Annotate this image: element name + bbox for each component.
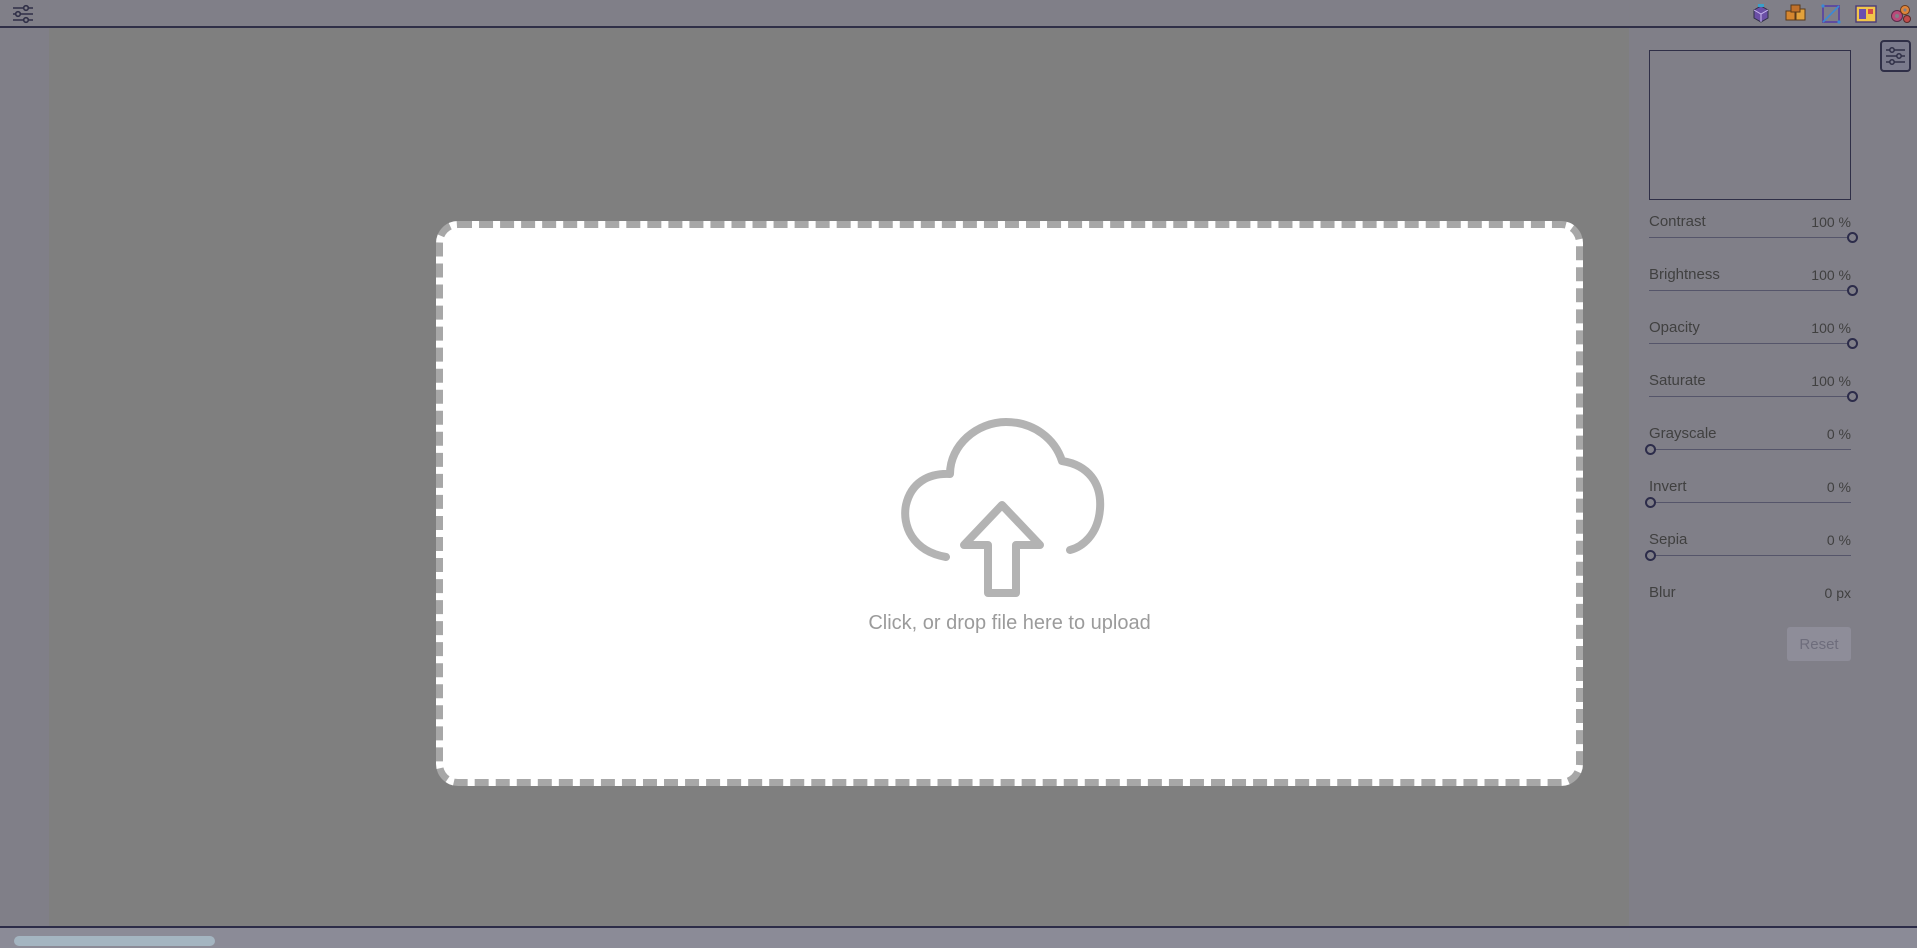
adjustments-panel: Contrast 100 % Brightness 100 % Opacity …: [1629, 28, 1874, 926]
crop-icon[interactable]: [1819, 3, 1843, 25]
dropzone-text: Click, or drop file here to upload: [868, 612, 1151, 634]
contrast-value: 100 %: [1811, 214, 1851, 230]
invert-value: 0 %: [1826, 479, 1851, 495]
grayscale-slider-thumb[interactable]: [1645, 444, 1656, 455]
saturate-control: Saturate 100 %: [1649, 372, 1858, 425]
brightness-slider-thumb[interactable]: [1847, 285, 1858, 296]
opacity-value: 100 %: [1811, 320, 1851, 336]
invert-label: Invert: [1649, 478, 1687, 495]
contrast-control: Contrast 100 %: [1649, 213, 1858, 266]
saturate-label: Saturate: [1649, 372, 1706, 389]
saturate-slider[interactable]: [1649, 396, 1851, 397]
left-strip: [0, 28, 49, 926]
scrollbar-thumb[interactable]: [14, 936, 215, 946]
invert-slider[interactable]: [1649, 502, 1851, 503]
canvas-area: Click, or drop file here to upload: [49, 28, 1629, 926]
contrast-label: Contrast: [1649, 213, 1706, 230]
contrast-slider-thumb[interactable]: [1847, 232, 1858, 243]
top-toolbar: [0, 0, 1917, 28]
saturate-slider-thumb[interactable]: [1847, 391, 1858, 402]
brightness-label: Brightness: [1649, 266, 1720, 283]
sepia-slider[interactable]: [1649, 555, 1851, 556]
gears-icon[interactable]: [1889, 3, 1913, 25]
file-dropzone[interactable]: Click, or drop file here to upload: [436, 221, 1583, 786]
blur-value: 0 px: [1824, 585, 1851, 601]
brightness-control: Brightness 100 %: [1649, 266, 1858, 319]
opacity-label: Opacity: [1649, 319, 1700, 336]
horizontal-scrollbar[interactable]: [0, 926, 1917, 948]
reset-button[interactable]: Reset: [1787, 627, 1851, 661]
sliders-icon[interactable]: [11, 3, 35, 25]
opacity-slider[interactable]: [1649, 343, 1851, 344]
sepia-slider-thumb[interactable]: [1645, 550, 1656, 561]
image-frame-icon[interactable]: [1854, 3, 1878, 25]
brightness-value: 100 %: [1811, 267, 1851, 283]
sepia-label: Sepia: [1649, 531, 1688, 548]
sliders-icon: [1886, 47, 1905, 65]
cloud-upload-icon: [884, 385, 1124, 605]
sepia-value: 0 %: [1826, 532, 1851, 548]
saturate-value: 100 %: [1811, 373, 1851, 389]
contrast-slider[interactable]: [1649, 237, 1851, 238]
boxes-icon[interactable]: [1784, 3, 1808, 25]
opacity-control: Opacity 100 %: [1649, 319, 1858, 372]
grayscale-label: Grayscale: [1649, 425, 1717, 442]
opacity-slider-thumb[interactable]: [1847, 338, 1858, 349]
app-icons: [1749, 3, 1917, 25]
grayscale-value: 0 %: [1826, 426, 1851, 442]
image-preview: [1649, 50, 1851, 200]
brightness-slider[interactable]: [1649, 290, 1851, 291]
invert-slider-thumb[interactable]: [1645, 497, 1656, 508]
grayscale-slider[interactable]: [1649, 449, 1851, 450]
sepia-control: Sepia 0 %: [1645, 531, 1851, 584]
blur-label: Blur: [1649, 584, 1676, 601]
panel-toggle-button[interactable]: [1880, 40, 1911, 72]
cube-icon[interactable]: [1749, 3, 1773, 25]
grayscale-control: Grayscale 0 %: [1645, 425, 1851, 478]
invert-control: Invert 0 %: [1645, 478, 1851, 531]
right-rail: [1874, 28, 1917, 926]
